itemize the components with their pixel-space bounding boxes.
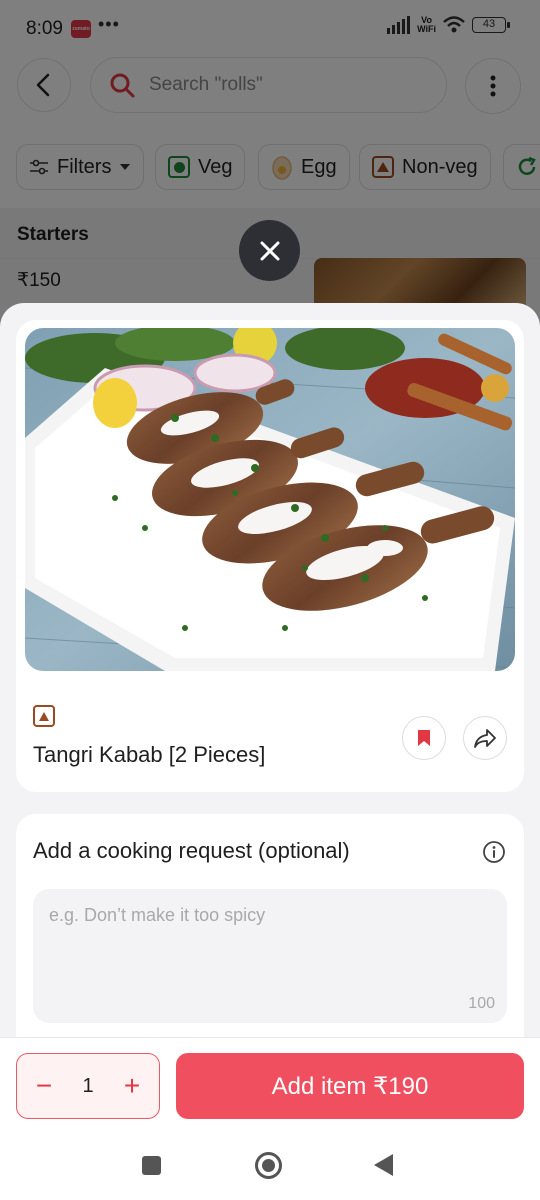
close-button[interactable] (239, 220, 300, 281)
home-icon[interactable] (255, 1152, 282, 1179)
nonveg-indicator-icon (33, 705, 55, 727)
increment-button[interactable]: + (119, 1072, 145, 1100)
share-button[interactable] (463, 716, 507, 760)
recents-icon[interactable] (142, 1156, 161, 1175)
cooking-request-placeholder: e.g. Don’t make it too spicy (49, 905, 266, 925)
close-icon (260, 241, 279, 260)
quantity-stepper: − 1 + (16, 1053, 160, 1119)
item-detail-sheet: Tangri Kabab [2 Pieces] Add a cooking re… (0, 303, 540, 1054)
item-name: Tangri Kabab [2 Pieces] (33, 742, 266, 767)
dish-image (25, 328, 515, 671)
nav-back-icon[interactable] (374, 1154, 393, 1176)
cooking-request-title: Add a cooking request (optional) (33, 838, 350, 863)
item-card: Tangri Kabab [2 Pieces] (16, 320, 524, 792)
quantity-value: 1 (82, 1074, 94, 1097)
char-limit-counter: 100 (468, 995, 495, 1012)
bookmark-icon (418, 730, 430, 746)
bookmark-button[interactable] (402, 716, 446, 760)
system-nav-bar (0, 1133, 540, 1200)
bottom-action-bar: − 1 + Add item ₹190 (0, 1037, 540, 1133)
cooking-request-card: Add a cooking request (optional) e.g. Do… (16, 814, 524, 1054)
add-item-button[interactable]: Add item ₹190 (176, 1053, 524, 1119)
share-icon (474, 729, 496, 748)
decrement-button[interactable]: − (31, 1072, 57, 1100)
info-icon[interactable] (482, 840, 506, 864)
cooking-request-input[interactable]: e.g. Don’t make it too spicy 100 (33, 889, 507, 1023)
